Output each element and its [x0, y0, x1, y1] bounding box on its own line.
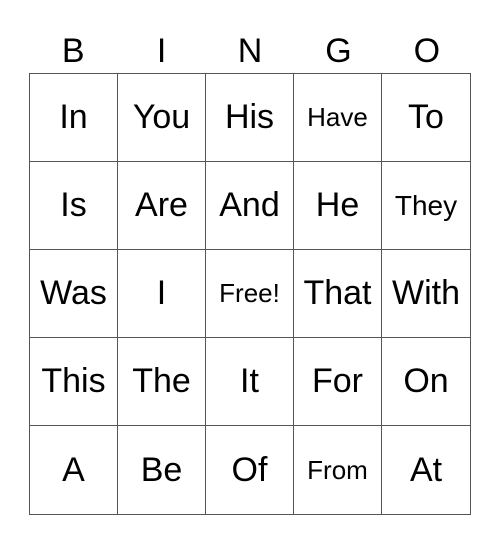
- bingo-cell[interactable]: The: [118, 338, 206, 426]
- bingo-cell[interactable]: He: [294, 162, 382, 250]
- bingo-cell[interactable]: At: [382, 426, 470, 514]
- bingo-cell[interactable]: Of: [206, 426, 294, 514]
- bingo-cell[interactable]: You: [118, 74, 206, 162]
- bingo-cell[interactable]: They: [382, 162, 470, 250]
- bingo-cell[interactable]: In: [30, 74, 118, 162]
- header-letter-g: G: [325, 32, 352, 70]
- header-letter-i: I: [156, 32, 167, 70]
- header-letter-n: N: [237, 32, 263, 70]
- bingo-cell[interactable]: Are: [118, 162, 206, 250]
- bingo-cell[interactable]: From: [294, 426, 382, 514]
- bingo-cell[interactable]: To: [382, 74, 470, 162]
- bingo-cell[interactable]: On: [382, 338, 470, 426]
- bingo-cell[interactable]: A: [30, 426, 118, 514]
- free-space-cell[interactable]: Free!: [206, 250, 294, 338]
- bingo-cell[interactable]: His: [206, 74, 294, 162]
- bingo-cell[interactable]: This: [30, 338, 118, 426]
- bingo-cell[interactable]: Was: [30, 250, 118, 338]
- bingo-card-grid: In You His Have To Is Are And He They Wa…: [29, 73, 471, 515]
- header-letter-b: B: [61, 32, 85, 70]
- header-letter-o: O: [413, 32, 441, 70]
- bingo-cell[interactable]: I: [118, 250, 206, 338]
- bingo-cell[interactable]: And: [206, 162, 294, 250]
- bingo-cell[interactable]: Be: [118, 426, 206, 514]
- bingo-cell[interactable]: Have: [294, 74, 382, 162]
- bingo-cell[interactable]: That: [294, 250, 382, 338]
- bingo-header: B I N G O: [29, 30, 471, 72]
- bingo-cell[interactable]: Is: [30, 162, 118, 250]
- bingo-cell[interactable]: It: [206, 338, 294, 426]
- bingo-cell[interactable]: For: [294, 338, 382, 426]
- bingo-cell[interactable]: With: [382, 250, 470, 338]
